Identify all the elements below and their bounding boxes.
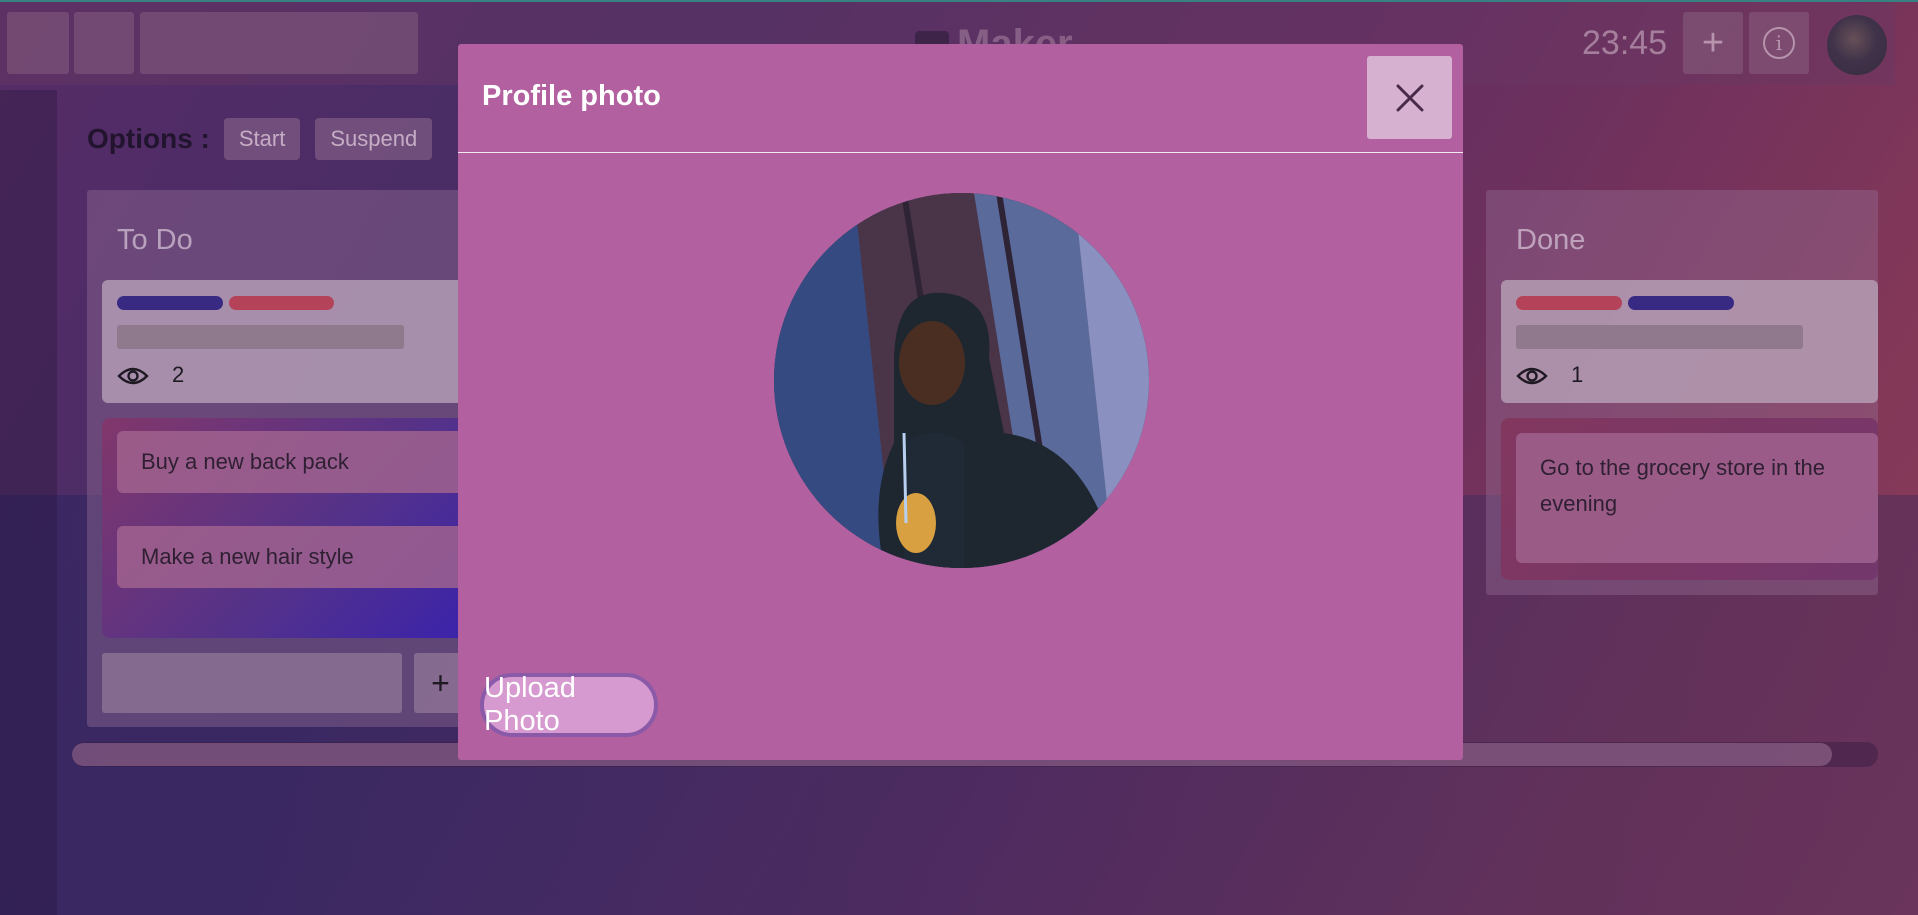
profile-photo — [774, 193, 1149, 568]
upload-photo-button[interactable]: Upload Photo — [480, 672, 658, 737]
modal-header: Profile photo — [458, 44, 1463, 153]
close-button[interactable] — [1367, 56, 1452, 139]
profile-photo-modal: Profile photo Upload Photo — [458, 44, 1463, 760]
modal-title: Profile photo — [482, 80, 661, 112]
close-icon — [1396, 84, 1423, 111]
